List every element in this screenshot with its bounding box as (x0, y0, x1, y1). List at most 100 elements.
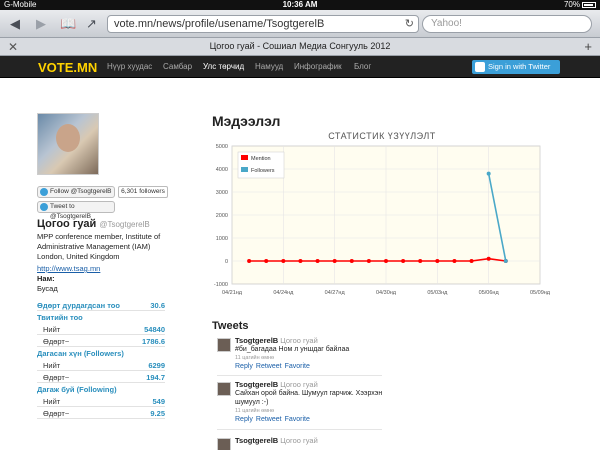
stat-value: 194.7 (146, 373, 165, 382)
tweet-actions: Reply Retweet Favorite (235, 416, 313, 423)
signin-twitter-button[interactable]: Sign in with Twitter (472, 60, 560, 74)
reload-icon[interactable]: ↻ (405, 16, 414, 32)
tweet-display-name: Цогоо гуай (280, 336, 318, 345)
twitter-bird-icon (40, 203, 48, 211)
data-point-mention (469, 259, 474, 263)
tweet-avatar[interactable] (217, 438, 231, 450)
battery-label: 70% (563, 0, 580, 9)
statistics-chart: -1000 0 1000 2000 3000 4000 5000 04/21нд 04/24нд… (214, 144, 551, 296)
stat-label: Өдөрт~ (43, 337, 70, 346)
data-point-mention (281, 259, 286, 263)
tweet-user[interactable]: TsogtgerelB (235, 336, 278, 345)
data-point-mention (247, 259, 252, 263)
url-field[interactable]: vote.mn/news/profile/usename/TsogtgerelB… (107, 15, 419, 33)
stat-value: 54840 (144, 325, 165, 334)
stat-label: Нийт (43, 361, 61, 370)
x-tick-label: 04/27нд (325, 290, 346, 296)
stat-value: 549 (152, 397, 165, 406)
favorite-link[interactable]: Favorite (285, 416, 310, 423)
tab-title[interactable]: Цогоо гуай - Сошиал Медиа Сонгууль 2012 (0, 41, 600, 51)
tweet-time: 11 цагийн өмнө (235, 355, 275, 361)
forward-icon[interactable]: ▶ (36, 16, 46, 32)
x-tick-label: 05/09нд (530, 290, 551, 296)
stat-value: 30.6 (150, 301, 165, 310)
nav-item-home[interactable]: Нүүр хуудас (107, 62, 152, 71)
x-tick-label: 04/30нд (376, 290, 397, 296)
search-input[interactable]: Yahoo! (422, 15, 592, 33)
nav-item-blog[interactable]: Блог (354, 62, 371, 71)
stat-following-total: Нийт 549 (37, 396, 165, 407)
y-tick-label: 2000 (216, 213, 228, 219)
y-tick-label: -1000 (214, 282, 228, 288)
tweet-item: TsogtgerelB Цогоо гуай (217, 436, 382, 450)
share-icon[interactable]: ↗ (86, 16, 97, 32)
legend-label: Mention (251, 156, 271, 162)
status-bar: G-Mobile 10:36 AM 70% (0, 0, 600, 10)
twitter-icon (475, 62, 485, 72)
profile-bio: MPP conference member, Institute of Admi… (37, 232, 161, 261)
nav-item-infographic[interactable]: Инфографик (294, 62, 342, 71)
data-point-mention (332, 259, 337, 263)
profile-name: Цогоо гуай @TsogtgerelB (37, 218, 150, 230)
add-tab-icon[interactable]: + (584, 39, 592, 54)
follow-label: Follow @TsogtgerelB (50, 188, 112, 195)
reply-link[interactable]: Reply (235, 363, 253, 370)
stat-tweets-total: Нийт 54840 (37, 324, 165, 335)
tab-bar: ✕ Цогоо гуай - Сошиал Медиа Сонгууль 201… (0, 38, 600, 56)
data-point-followers (486, 171, 491, 176)
browser-toolbar: ◀ ▶ 📖 ↗ vote.mn/news/profile/usename/Tso… (0, 10, 600, 38)
stat-followers-total: Нийт 6299 (37, 360, 165, 371)
legend-swatch (241, 167, 248, 172)
tweet-item: TsogtgerelB Цогоо гуай Сайхан орой байна… (217, 380, 382, 430)
bookmarks-icon[interactable]: 📖 (60, 16, 76, 32)
tweet-actions: Reply Retweet Favorite (235, 363, 313, 370)
reply-link[interactable]: Reply (235, 416, 253, 423)
y-tick-label: 3000 (216, 190, 228, 196)
url-text: vote.mn/news/profile/usename/TsogtgerelB (114, 18, 325, 30)
tweet-avatar[interactable] (217, 382, 231, 396)
data-point-followers (503, 259, 508, 263)
stat-label: Өдөрт~ (43, 373, 70, 382)
nav-item-dashboard[interactable]: Самбар (163, 62, 192, 71)
stat-label: Өдөрт дурдагдсан тоо (37, 301, 120, 310)
favorite-link[interactable]: Favorite (285, 363, 310, 370)
stat-followers-daily: Өдөрт~ 194.7 (37, 372, 165, 383)
tweet-user[interactable]: TsogtgerelB (235, 436, 278, 445)
data-point-mention (264, 259, 269, 263)
retweet-link[interactable]: Retweet (256, 363, 282, 370)
section-title: Мэдээлэл (212, 113, 281, 129)
tweet-avatar[interactable] (217, 338, 231, 352)
data-point-mention (418, 259, 423, 263)
nav-item-parties[interactable]: Намууд (255, 62, 283, 71)
profile-website-link[interactable]: http://www.tsag.mn (37, 264, 100, 273)
y-tick-label: 0 (225, 259, 228, 265)
y-tick-label: 1000 (216, 236, 228, 242)
tweet-header: TsogtgerelB Цогоо гуай (235, 436, 318, 445)
twitter-bird-icon (40, 188, 48, 196)
stat-tweets-heading: Твитийн тоо (37, 313, 83, 322)
signin-twitter-label: Sign in with Twitter (488, 62, 551, 71)
x-tick-label: 04/21нд (222, 290, 243, 296)
tweet-text: Сайхан орой байна. Шумуул гарчиж. Хээрхэ… (235, 390, 383, 406)
follow-button[interactable]: Follow @TsogtgerelB (37, 186, 115, 198)
tweet-time: 11 цагийн өмнө (235, 408, 275, 414)
data-point-mention (452, 259, 457, 263)
tweet-to-button[interactable]: Tweet to @TsogtgerelB (37, 201, 115, 220)
stat-value: 6299 (148, 361, 165, 370)
site-logo[interactable]: VOTE.MN (38, 60, 97, 75)
tweet-user[interactable]: TsogtgerelB (235, 380, 278, 389)
data-point-mention (384, 259, 388, 263)
stat-label: Нийт (43, 397, 61, 406)
data-point-mention (315, 259, 320, 263)
stat-label: Нийт (43, 325, 61, 334)
x-tick-label: 04/24нд (273, 290, 294, 296)
followers-count-badge[interactable]: 6,301 followers (118, 186, 168, 198)
tweet-header: TsogtgerelB Цогоо гуай (235, 336, 318, 345)
nav-item-politicians[interactable]: Улс төрчид (203, 62, 244, 71)
profile-display-name: Цогоо гуай (37, 218, 97, 230)
x-tick-label: 05/06нд (479, 290, 500, 296)
back-icon[interactable]: ◀ (10, 16, 20, 32)
y-tick-label: 4000 (216, 167, 228, 173)
retweet-link[interactable]: Retweet (256, 416, 282, 423)
data-point-mention (349, 259, 354, 263)
